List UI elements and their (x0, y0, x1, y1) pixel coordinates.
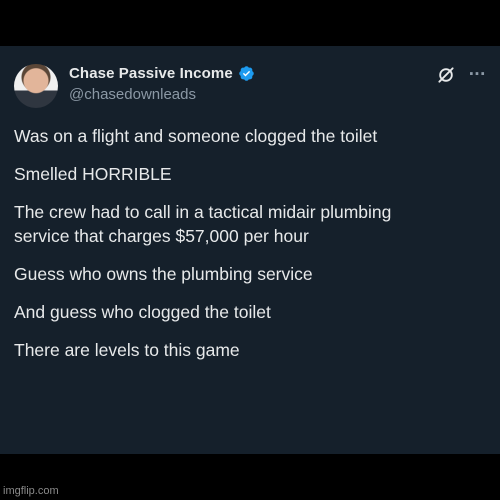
author-name-row: Chase Passive Income (69, 65, 255, 82)
tweet-body: Was on a flight and someone clogged the … (14, 124, 484, 376)
grok-icon[interactable] (436, 65, 456, 85)
author-display-name[interactable]: Chase Passive Income (69, 65, 233, 82)
tweet-paragraph: There are levels to this game (14, 338, 484, 362)
more-options-icon[interactable]: ··· (466, 64, 488, 84)
author-handle[interactable]: @chasedownleads (69, 86, 196, 103)
tweet-line: There are levels to this game (14, 340, 240, 360)
imgflip-watermark: imgflip.com (3, 485, 59, 497)
tweet-paragraph: Guess who owns the plumbing service (14, 262, 484, 286)
tweet-paragraph: And guess who clogged the toilet (14, 300, 484, 324)
tweet-line: Smelled HORRIBLE (14, 164, 172, 184)
tweet-paragraph: Smelled HORRIBLE (14, 162, 484, 186)
tweet-paragraph: Was on a flight and someone clogged the … (14, 124, 484, 148)
tweet-line: Was on a flight and someone clogged the … (14, 126, 378, 146)
meme-canvas: Chase Passive Income @chasedownleads ···… (0, 0, 500, 500)
tweet-card[interactable]: Chase Passive Income @chasedownleads ···… (0, 46, 500, 454)
tweet-line: The crew had to call in a tactical midai… (14, 202, 392, 222)
tweet-line: And guess who clogged the toilet (14, 302, 271, 322)
avatar[interactable] (14, 64, 58, 108)
tweet-line: Guess who owns the plumbing service (14, 264, 313, 284)
tweet-paragraph: The crew had to call in a tactical midai… (14, 200, 484, 248)
verified-badge-icon (239, 66, 254, 81)
tweet-line: service that charges $57,000 per hour (14, 226, 309, 246)
